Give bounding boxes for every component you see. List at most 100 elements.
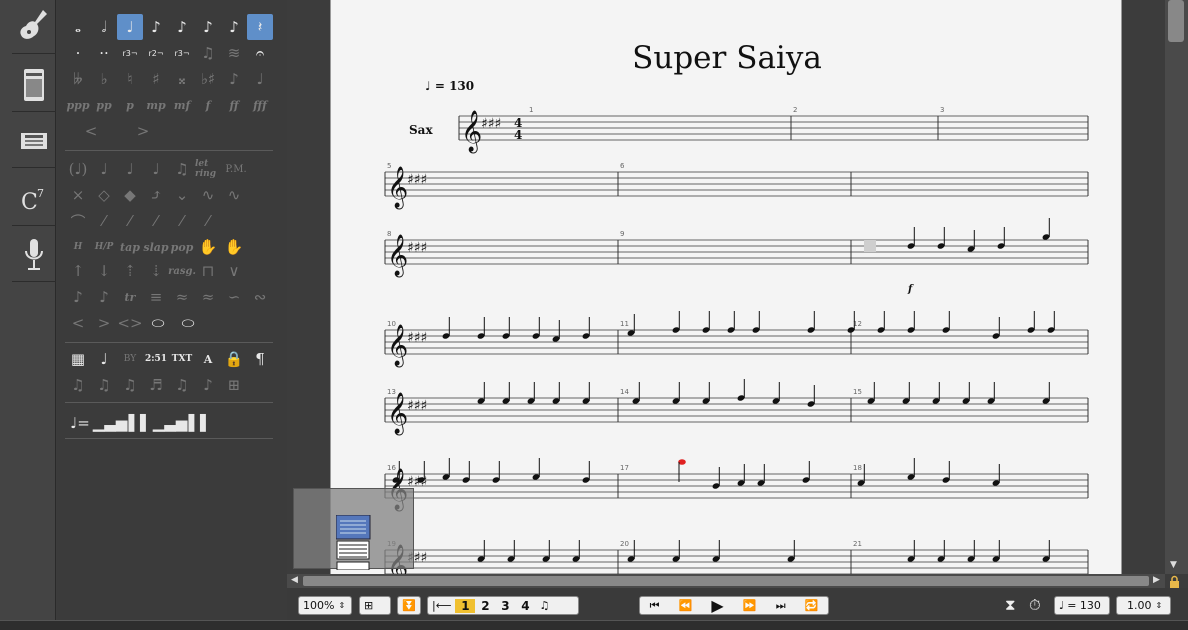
zoom-select[interactable]: 100% ⇕ [298, 596, 352, 615]
chord-button[interactable]: C7 [12, 172, 56, 226]
metronome-icon[interactable]: ⧗ [1005, 596, 1016, 614]
harmonic-icon[interactable]: ◇ [91, 182, 117, 208]
flat-icon[interactable]: ♭ [91, 66, 117, 92]
mix-automation-icon[interactable]: ▁▃▅ [153, 410, 188, 436]
voice-bar-icon[interactable]: |⟵ [428, 599, 455, 612]
whole-note-icon[interactable]: 𝅝 [65, 14, 91, 40]
turn-icon[interactable]: ∽ [221, 284, 247, 310]
fade-in-icon[interactable]: < [65, 310, 91, 336]
tremolo-icon[interactable]: ≋ [221, 40, 247, 66]
right-hand-icon[interactable]: ✋ [221, 234, 247, 260]
tied-note-icon[interactable]: ♫ [169, 156, 195, 182]
half-note-icon[interactable]: 𝅗𝅥 [91, 14, 117, 40]
wah-closed-icon[interactable]: ⬭ [173, 310, 203, 336]
double-dotted-icon[interactable]: ·· [91, 40, 117, 66]
beam-break-icon[interactable]: ♫ [117, 372, 143, 398]
pan-automation-icon[interactable]: ▌▌ [125, 410, 155, 436]
go-to-start-icon[interactable]: ⏮ [646, 597, 664, 614]
artificial-harmonic-icon[interactable]: ◆ [117, 182, 143, 208]
slide-icon-3[interactable]: ⁄ [143, 208, 169, 234]
rasgueado-icon[interactable]: rasg. [168, 258, 196, 284]
grace-icon[interactable]: ♪ [65, 284, 91, 310]
timer-icon[interactable]: 2:51 [143, 346, 169, 372]
wah-open-icon[interactable]: ⬭ [143, 310, 173, 336]
hammer-on-icon[interactable]: H [65, 234, 91, 260]
tremolo-bar-2-icon[interactable]: ≈ [195, 284, 221, 310]
vertical-scroll-thumb[interactable] [1168, 0, 1184, 42]
effect-automation-icon[interactable]: ▌▌ [185, 410, 215, 436]
tempo-marking[interactable]: ♩ = 130 [425, 79, 474, 93]
dynamic-p[interactable]: p [117, 92, 143, 118]
scroll-left-arrow-icon[interactable]: ◀ [291, 575, 298, 585]
flat-sharp-icon[interactable]: ♭♯ [195, 66, 221, 92]
lyrics-by-icon[interactable]: BY [117, 346, 143, 372]
thirty-second-note-icon[interactable]: ♪ [195, 14, 221, 40]
pull-off-icon[interactable]: H/P [91, 234, 117, 260]
ghost-note-icon[interactable]: (♩) [65, 156, 91, 182]
double-sharp-icon[interactable]: 𝄪 [169, 66, 195, 92]
decrescendo-icon[interactable]: > [117, 118, 169, 144]
fermata-icon[interactable]: 𝄐 [247, 40, 273, 66]
tremolo-picking-icon[interactable]: ≡ [143, 284, 169, 310]
dynamic-mp[interactable]: mp [143, 92, 169, 118]
quarter-note-icon[interactable]: ♩ [117, 14, 143, 40]
grace-slash-icon[interactable]: ♪ [91, 284, 117, 310]
rewind-icon[interactable]: ⏪ [675, 597, 697, 614]
tempo-marker-icon[interactable]: ♩ [91, 346, 117, 372]
amp-button[interactable] [12, 58, 56, 112]
sharp-icon[interactable]: ♯ [143, 66, 169, 92]
trill-icon[interactable]: tr [117, 284, 143, 310]
slide-icon-4[interactable]: ⁄ [169, 208, 195, 234]
tempo-automation-icon[interactable]: ♩= [65, 410, 95, 436]
lock-icon[interactable]: 🔒 [221, 346, 247, 372]
auto-beam-icon[interactable]: ♫ [65, 372, 91, 398]
slide-in-icon[interactable]: ⌒ [65, 208, 91, 234]
fade-out-icon[interactable]: > [91, 310, 117, 336]
eighth-note-icon[interactable]: ♪ [143, 14, 169, 40]
horizontal-scrollbar[interactable]: ◀ ▶ [287, 574, 1165, 588]
triplet-icon[interactable]: r3¬ [117, 40, 143, 66]
crescendo-icon[interactable]: < [65, 118, 117, 144]
vertical-scrollbar[interactable]: ▼ [1165, 0, 1188, 574]
keyboard-button[interactable] [12, 114, 56, 168]
left-hand-icon[interactable]: ✋ [195, 234, 221, 260]
dotted-icon[interactable]: · [65, 40, 91, 66]
tie-icon[interactable]: ♫ [195, 40, 221, 66]
scroll-down-arrow-icon[interactable]: ▼ [1170, 560, 1177, 570]
slide-icon-1[interactable]: ⁄ [91, 208, 117, 234]
bend-icon[interactable]: ⤴ [143, 182, 169, 208]
guitar-instrument-button[interactable] [12, 0, 56, 54]
whammy-icon[interactable]: ⌄ [169, 182, 195, 208]
horizontal-scroll-thumb[interactable] [303, 576, 1149, 586]
beam-group-icon[interactable]: ♬ [143, 372, 169, 398]
dynamic-pp[interactable]: pp [91, 92, 117, 118]
scroll-right-arrow-icon[interactable]: ▶ [1153, 575, 1160, 585]
custom-tuplet-icon[interactable]: r3¬ [169, 40, 195, 66]
countdown-icon[interactable]: ⏱ [1029, 596, 1041, 614]
fast-forward-icon[interactable]: ⏩ [739, 597, 761, 614]
downstroke-icon[interactable]: ⊓ [195, 258, 221, 284]
let-ring-icon[interactable]: let ring [195, 156, 221, 182]
slide-out-icon[interactable]: ⁄ [195, 208, 221, 234]
dynamic-ff[interactable]: ff [221, 92, 247, 118]
voice-2-button[interactable]: 2 [475, 599, 495, 613]
accent-icon[interactable]: ♩ [91, 156, 117, 182]
vocal-button[interactable] [12, 228, 56, 282]
wide-vibrato-icon[interactable]: ∿ [221, 182, 247, 208]
beam-icon[interactable]: ♫ [91, 372, 117, 398]
inverted-turn-icon[interactable]: ∾ [247, 284, 273, 310]
heavy-accent-icon[interactable]: ♩ [117, 156, 143, 182]
layout-select[interactable]: ⊞ [359, 596, 391, 615]
pop-icon[interactable]: pop [169, 234, 195, 260]
paragraph-icon[interactable]: ¶ [247, 346, 273, 372]
voice-4-button[interactable]: 4 [515, 599, 535, 613]
auto-stem-icon[interactable]: ♫ [169, 372, 195, 398]
chord-diagram-icon[interactable]: ▦ [65, 346, 91, 372]
sixty-fourth-note-icon[interactable]: ♪ [221, 14, 247, 40]
brush-up-icon[interactable]: ↑ [65, 258, 91, 284]
dynamic-fff[interactable]: fff [247, 92, 273, 118]
song-title[interactable]: Super Saiya [331, 40, 1123, 76]
multitrack-button[interactable]: ⏬ [397, 596, 421, 615]
dynamic-mf[interactable]: mf [169, 92, 195, 118]
go-to-end-icon[interactable]: ⏭ [772, 597, 790, 614]
